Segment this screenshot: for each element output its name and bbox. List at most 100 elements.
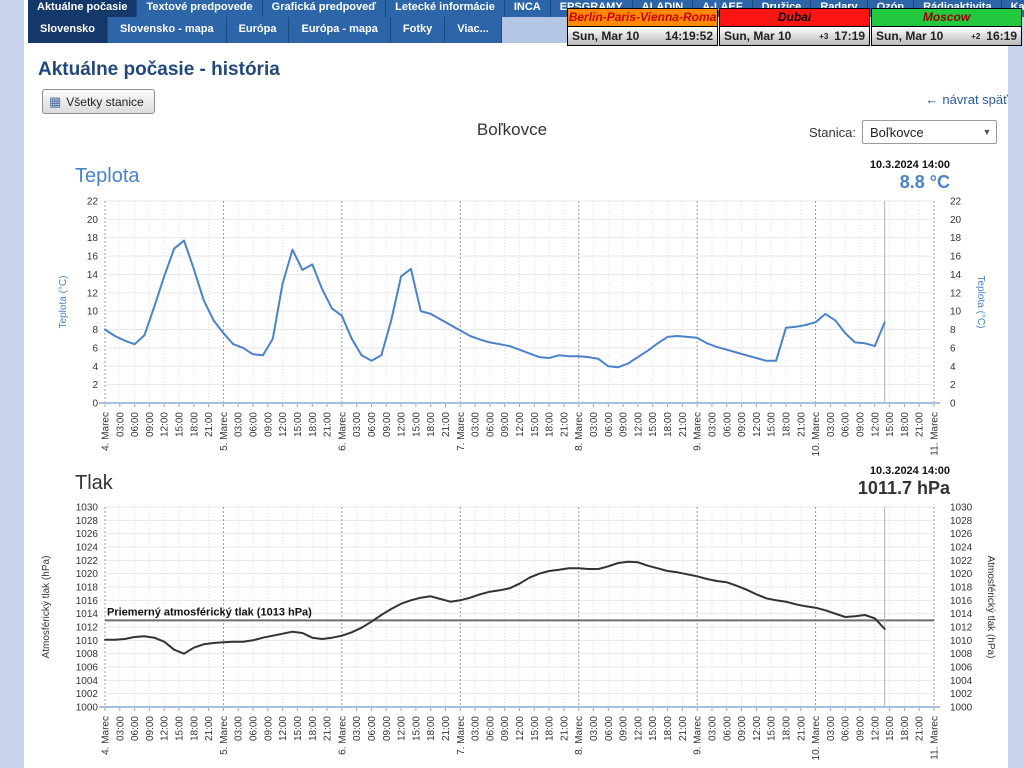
svg-text:03:00: 03:00 [826,412,837,437]
svg-text:12:00: 12:00 [515,716,526,741]
clock-utc-offset: +2 [971,32,980,41]
svg-text:4: 4 [92,362,98,373]
subnav-tab-slovensko-mapa[interactable]: Slovensko - mapa [108,17,227,43]
svg-text:06:00: 06:00 [485,716,496,741]
clock-date: Sun, Mar 10 [572,29,665,43]
svg-text:14: 14 [87,270,99,281]
svg-text:4: 4 [950,362,956,373]
svg-text:06:00: 06:00 [249,412,260,437]
nav-tab-aktualne-pocasie[interactable]: Aktuálne počasie [28,0,137,17]
svg-text:1022: 1022 [76,556,99,567]
svg-text:1004: 1004 [950,676,973,687]
svg-text:15:00: 15:00 [648,412,659,437]
svg-text:09:00: 09:00 [263,716,274,741]
svg-text:09:00: 09:00 [145,412,156,437]
nav-tab-letecke-informacie[interactable]: Letecké informácie [386,0,505,17]
svg-text:18:00: 18:00 [781,412,792,437]
svg-text:15:00: 15:00 [411,716,422,741]
svg-text:12: 12 [950,288,962,299]
svg-text:06:00: 06:00 [367,716,378,741]
svg-text:06:00: 06:00 [722,716,733,741]
svg-text:21:00: 21:00 [559,412,570,437]
svg-text:14: 14 [950,270,962,281]
svg-text:18:00: 18:00 [308,716,319,741]
svg-text:18:00: 18:00 [663,716,674,741]
svg-text:Teplota (°C): Teplota (°C) [58,276,69,329]
svg-text:03:00: 03:00 [352,716,363,741]
svg-text:06:00: 06:00 [722,412,733,437]
svg-text:12:00: 12:00 [278,412,289,437]
clock-city-label: Dubai [720,9,869,27]
svg-text:09:00: 09:00 [263,412,274,437]
subnav-tab-europa-mapa[interactable]: Európa - mapa [289,17,390,43]
svg-text:03:00: 03:00 [589,716,600,741]
svg-text:2: 2 [92,380,98,391]
svg-text:12:00: 12:00 [870,412,881,437]
nav-tab-textove-predpovede[interactable]: Textové predpovede [137,0,262,17]
temperature-current-value: 8.8 °C [726,172,950,193]
svg-text:15:00: 15:00 [293,412,304,437]
svg-text:21:00: 21:00 [323,716,334,741]
svg-text:21:00: 21:00 [678,716,689,741]
temperature-chart-title: Teplota [75,165,140,188]
left-arrow-icon: ← [925,92,938,107]
svg-text:10. Marec: 10. Marec [811,716,822,760]
svg-text:09:00: 09:00 [855,412,866,437]
subnav-tab-europa[interactable]: Európa [227,17,290,43]
subnav-filler [502,17,567,43]
svg-text:6. Marec: 6. Marec [337,412,348,451]
subnav-tab-viac[interactable]: Viac... [445,17,502,43]
svg-text:09:00: 09:00 [382,716,393,741]
svg-text:Atmosférický tlak (hPa): Atmosférický tlak (hPa) [985,556,996,659]
svg-text:1028: 1028 [950,516,973,527]
svg-text:21:00: 21:00 [559,716,570,741]
svg-text:12:00: 12:00 [633,412,644,437]
svg-text:20: 20 [87,215,99,226]
svg-text:15:00: 15:00 [175,412,186,437]
clock-utc-offset: +3 [819,32,828,41]
subnav-tab-fotky[interactable]: Fotky [391,17,445,43]
subnav-tab-slovensko[interactable]: Slovensko [28,17,108,43]
svg-text:4. Marec: 4. Marec [101,412,112,451]
nav-tab-inca[interactable]: INCA [505,0,551,17]
svg-text:1026: 1026 [950,529,973,540]
svg-text:09:00: 09:00 [737,716,748,741]
svg-text:06:00: 06:00 [841,716,852,741]
svg-text:Atmosférický tlak (hPa): Atmosférický tlak (hPa) [41,556,52,659]
svg-text:9. Marec: 9. Marec [693,412,704,451]
svg-text:12:00: 12:00 [752,716,763,741]
clock-time: 14:19:52 [665,29,713,43]
svg-text:1020: 1020 [950,569,973,580]
svg-text:21:00: 21:00 [678,412,689,437]
chevron-down-icon: ▼ [978,127,996,137]
svg-text:16: 16 [950,252,962,263]
svg-text:12:00: 12:00 [870,716,881,741]
svg-text:15:00: 15:00 [293,716,304,741]
svg-text:03:00: 03:00 [115,412,126,437]
svg-text:06:00: 06:00 [604,716,615,741]
svg-text:1000: 1000 [950,703,973,714]
nav-tab-graficka-predpoved[interactable]: Grafická predpoveď [263,0,387,17]
svg-text:18: 18 [87,233,99,244]
svg-text:1012: 1012 [76,623,99,634]
back-link[interactable]: ←návrat späť [880,92,1008,107]
clock-dubai: DubaiSun, Mar 10+317:19 [719,8,870,46]
svg-text:7. Marec: 7. Marec [456,412,467,451]
svg-text:11. Marec: 11. Marec [930,716,941,760]
station-select-value: Boľkovce [863,125,978,140]
all-stations-label: Všetky stanice [66,95,143,109]
clock-berlin-paris-vienna-roma: Berlin-Paris-Vienna-RomaSun, Mar 1014:19… [567,8,718,46]
svg-text:1016: 1016 [950,596,973,607]
station-select-label: Stanica: [756,125,856,140]
pressure-chart: 1000100010021002100410041006100610081008… [0,501,1024,768]
svg-text:Teplota (°C): Teplota (°C) [975,276,986,329]
svg-text:03:00: 03:00 [707,412,718,437]
station-select[interactable]: Boľkovce ▼ [862,120,997,144]
svg-text:8. Marec: 8. Marec [574,412,585,451]
all-stations-button[interactable]: ▦ Všetky stanice [42,89,155,114]
svg-text:1022: 1022 [950,556,973,567]
svg-text:1028: 1028 [76,516,99,527]
svg-text:1004: 1004 [76,676,99,687]
svg-text:5. Marec: 5. Marec [219,412,230,451]
svg-text:1012: 1012 [950,623,973,634]
